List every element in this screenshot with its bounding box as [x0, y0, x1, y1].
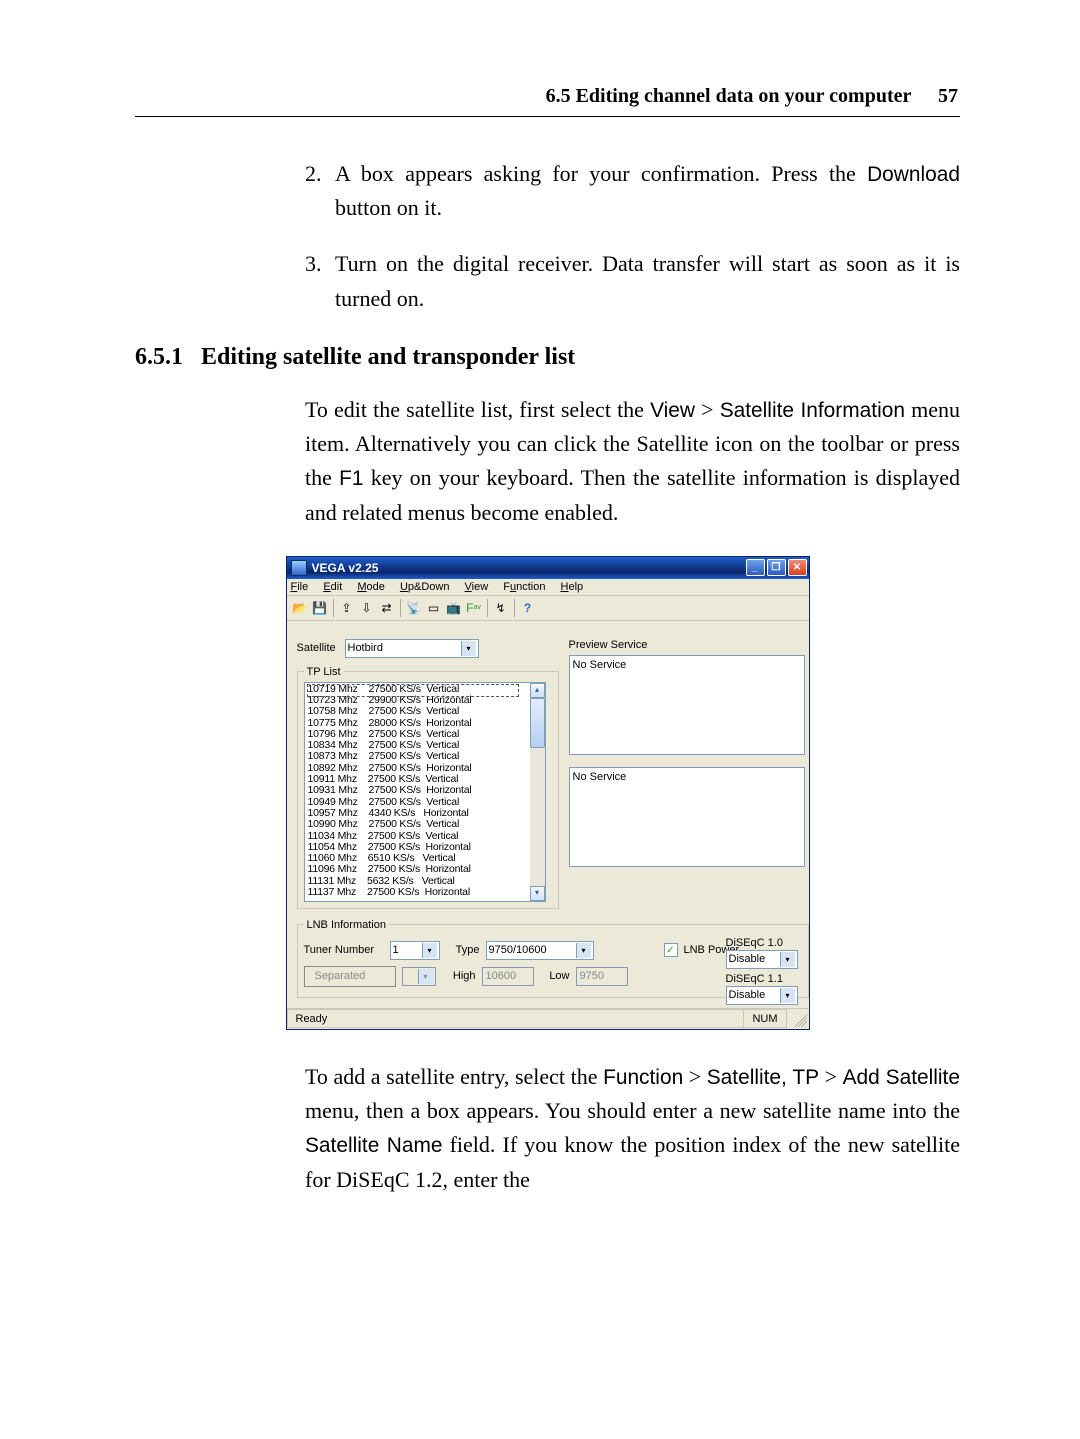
tp-list-group: TP List 10719 Mhz 27500 KS/s Vertical 10…	[297, 666, 559, 909]
statusbar: Ready NUM	[287, 1008, 809, 1029]
step-3: Turn on the digital receiver. Data trans…	[305, 247, 960, 315]
scroll-thumb[interactable]	[530, 698, 545, 748]
satellite-combo-value: Hotbird	[348, 642, 383, 654]
chevron-down-icon: ▾	[461, 641, 476, 656]
chevron-down-icon: ▾	[418, 969, 433, 984]
no-service-1: No Service	[573, 659, 627, 671]
menu-mode[interactable]: Mode	[357, 581, 385, 593]
satellite-label: Satellite	[297, 642, 345, 654]
tp-list-legend: TP List	[304, 666, 344, 678]
scrollbar[interactable]: ▴ ▾	[530, 683, 545, 901]
preview-area: Preview Service No Service No Service	[569, 639, 805, 879]
diseqc10-combo[interactable]: Disable ▾	[726, 950, 798, 969]
app-icon	[291, 560, 307, 576]
menu-edit[interactable]: Edit	[323, 581, 342, 593]
section-title: Editing satellite and transponder list	[201, 344, 575, 370]
type-combo[interactable]: 9750/10600 ▾	[486, 941, 594, 960]
low-label: Low	[540, 970, 570, 982]
channel-icon[interactable]: 📺	[445, 599, 463, 617]
header-rule	[135, 116, 960, 117]
satellite-icon[interactable]: 📡	[405, 599, 423, 617]
status-num: NUM	[743, 1009, 786, 1028]
section-number: 6.5.1	[135, 344, 183, 370]
numbered-steps: A box appears asking for your confirmati…	[305, 157, 960, 316]
favorite-icon[interactable]: Fav	[465, 599, 483, 617]
status-ready: Ready	[287, 1009, 744, 1028]
tuner-combo[interactable]: 1 ▾	[390, 941, 440, 960]
body-column: A box appears asking for your confirmati…	[305, 157, 960, 316]
low-field[interactable]: 9750	[576, 967, 628, 986]
high-field[interactable]: 10600	[482, 967, 534, 986]
list-icon[interactable]: ▭	[425, 599, 443, 617]
preview-label: Preview Service	[569, 639, 805, 651]
type-label: Type	[446, 944, 480, 956]
satellite-combo[interactable]: Hotbird ▾	[345, 639, 479, 658]
no-service-2: No Service	[573, 771, 627, 783]
chevron-down-icon: ▾	[780, 988, 795, 1003]
tuner-label: Tuner Number	[304, 944, 384, 956]
close-button[interactable]: ✕	[788, 559, 807, 576]
scroll-up-icon[interactable]: ▴	[530, 683, 545, 698]
chevron-down-icon: ▾	[422, 943, 437, 958]
help-icon[interactable]: ?	[519, 599, 537, 617]
menu-help[interactable]: Help	[561, 581, 584, 593]
menu-file[interactable]: File	[291, 581, 309, 593]
preview-box-2: No Service	[569, 767, 805, 867]
app-window: VEGA v2.25 _ ❐ ✕ File Edit Mode Up&Down …	[286, 556, 810, 1030]
upload-firmware-icon[interactable]: ⇪	[338, 599, 356, 617]
diseqc-column: DiSEqC 1.0 Disable ▾ DiSEqC 1.1 Disable …	[726, 933, 804, 1005]
page-number: 57	[938, 85, 958, 107]
section-heading: 6.5.1 Editing satellite and transponder l…	[135, 344, 960, 371]
separated-combo[interactable]: ▾	[402, 967, 436, 986]
high-label: High	[442, 970, 476, 982]
running-head: 6.5 Editing channel data on your compute…	[135, 85, 960, 108]
menu-view[interactable]: View	[465, 581, 489, 593]
diseqc11-label: DiSEqC 1.1	[726, 973, 804, 985]
step-2: A box appears asking for your confirmati…	[305, 157, 960, 225]
chevron-down-icon: ▾	[780, 952, 795, 967]
para-1: To edit the satellite list, first select…	[305, 393, 960, 530]
para-2: To add a satellite entry, select the Fun…	[305, 1060, 960, 1197]
save-icon[interactable]: 💾	[311, 599, 329, 617]
tp-list[interactable]: 10719 Mhz 27500 KS/s Vertical 10723 Mhz …	[304, 682, 546, 902]
figure-vega: VEGA v2.25 _ ❐ ✕ File Edit Mode Up&Down …	[135, 556, 960, 1030]
menubar: File Edit Mode Up&Down View Function Hel…	[287, 579, 809, 596]
menu-updown[interactable]: Up&Down	[400, 581, 450, 593]
diseqc11-combo[interactable]: Disable ▾	[726, 986, 798, 1005]
lnbpower-checkbox[interactable]: ✓	[664, 943, 678, 957]
diseqc10-label: DiSEqC 1.0	[726, 937, 804, 949]
lnb-legend: LNB Information	[304, 919, 389, 931]
window-title: VEGA v2.25	[312, 561, 379, 575]
minimize-button[interactable]: _	[746, 559, 765, 576]
page: 6.5 Editing channel data on your compute…	[0, 0, 1080, 1197]
tp-rows: 10719 Mhz 27500 KS/s Vertical 10723 Mhz …	[305, 683, 545, 899]
client-area: Satellite Hotbird ▾ TP List 10719 Mhz 27…	[287, 621, 809, 1008]
titlebar[interactable]: VEGA v2.25 _ ❐ ✕	[287, 557, 809, 579]
transfer-icon[interactable]: ⇄	[378, 599, 396, 617]
connect-icon[interactable]: ↯	[492, 599, 510, 617]
chevron-down-icon: ▾	[576, 943, 591, 958]
maximize-button[interactable]: ❐	[767, 559, 786, 576]
menu-function[interactable]: Function	[503, 581, 545, 593]
resize-grip-icon[interactable]	[791, 1011, 807, 1027]
preview-box-1: No Service	[569, 655, 805, 755]
separated-button[interactable]: Separated	[304, 966, 396, 987]
scroll-down-icon[interactable]: ▾	[530, 886, 545, 901]
lnb-group: LNB Information Tuner Number 1 ▾ Type 97…	[297, 919, 809, 998]
open-icon[interactable]: 📂	[291, 599, 309, 617]
running-head-title: 6.5 Editing channel data on your compute…	[546, 85, 911, 107]
toolbar: 📂 💾 ⇪ ⇩ ⇄ 📡 ▭ 📺 Fav ↯ ?	[287, 596, 809, 621]
download-firmware-icon[interactable]: ⇩	[358, 599, 376, 617]
ui-download-text: Download	[867, 163, 960, 186]
